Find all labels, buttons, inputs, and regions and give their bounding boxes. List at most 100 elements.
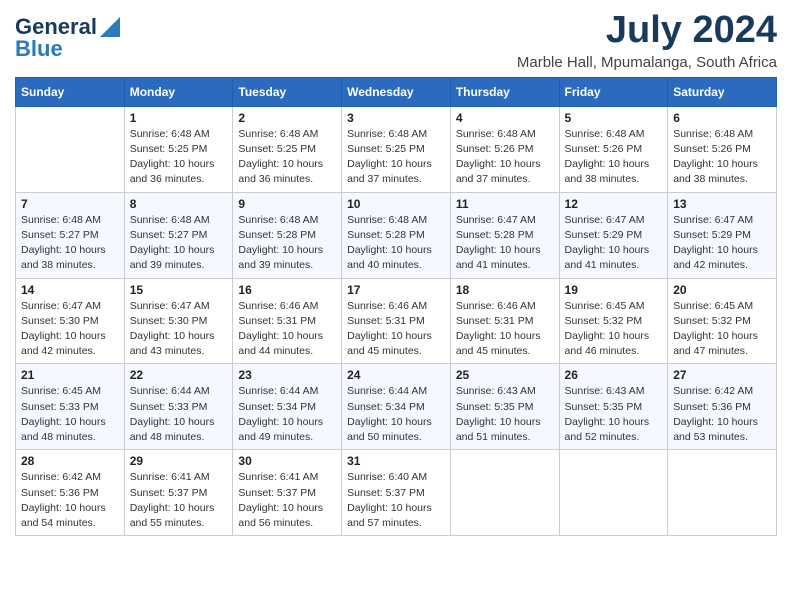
day-info: Sunrise: 6:46 AM Sunset: 5:31 PM Dayligh… bbox=[456, 299, 554, 360]
calendar-cell bbox=[668, 450, 777, 536]
day-number: 31 bbox=[347, 454, 445, 468]
day-info: Sunrise: 6:47 AM Sunset: 5:30 PM Dayligh… bbox=[130, 299, 228, 360]
day-number: 20 bbox=[673, 283, 771, 297]
day-number: 11 bbox=[456, 197, 554, 211]
day-info: Sunrise: 6:46 AM Sunset: 5:31 PM Dayligh… bbox=[347, 299, 445, 360]
calendar-cell: 30 Sunrise: 6:41 AM Sunset: 5:37 PM Dayli… bbox=[233, 450, 342, 536]
calendar-week-row: 1Sunrise: 6:48 AM Sunset: 5:25 PM Daylig… bbox=[16, 106, 777, 192]
day-number: 26 bbox=[565, 368, 663, 382]
logo-triangle-icon bbox=[100, 17, 120, 37]
day-info: Sunrise: 6:48 AM Sunset: 5:26 PM Dayligh… bbox=[673, 127, 771, 188]
day-info: Sunrise: 6:48 AM Sunset: 5:26 PM Dayligh… bbox=[565, 127, 663, 188]
column-header-friday: Friday bbox=[559, 77, 668, 106]
day-info: Sunrise: 6:40 AM Sunset: 5:37 PM Dayligh… bbox=[347, 470, 445, 531]
calendar-cell: 7Sunrise: 6:48 AM Sunset: 5:27 PM Daylig… bbox=[16, 192, 125, 278]
calendar-week-row: 28 Sunrise: 6:42 AM Sunset: 5:36 PM Dayli… bbox=[16, 450, 777, 536]
calendar-subtitle: Marble Hall, Mpumalanga, South Africa bbox=[517, 54, 777, 71]
day-info: Sunrise: 6:42 AM Sunset: 5:36 PM Dayligh… bbox=[673, 384, 771, 445]
day-info: Sunrise: 6:41 AM Sunset: 5:37 PM Dayligh… bbox=[238, 470, 336, 531]
day-number: 23 bbox=[238, 368, 336, 382]
title-area: July 2024 Marble Hall, Mpumalanga, South… bbox=[517, 10, 777, 71]
calendar-cell: 15 Sunrise: 6:47 AM Sunset: 5:30 PM Dayli… bbox=[124, 278, 233, 364]
day-info: Sunrise: 6:42 AM Sunset: 5:36 PM Dayligh… bbox=[21, 470, 119, 531]
day-number: 19 bbox=[565, 283, 663, 297]
logo-blue-text: Blue bbox=[15, 36, 63, 62]
day-number: 10 bbox=[347, 197, 445, 211]
day-number: 14 bbox=[21, 283, 119, 297]
day-info: Sunrise: 6:47 AM Sunset: 5:29 PM Dayligh… bbox=[565, 213, 663, 274]
day-info: Sunrise: 6:48 AM Sunset: 5:25 PM Dayligh… bbox=[130, 127, 228, 188]
day-number: 25 bbox=[456, 368, 554, 382]
day-number: 3 bbox=[347, 111, 445, 125]
day-info: Sunrise: 6:47 AM Sunset: 5:29 PM Dayligh… bbox=[673, 213, 771, 274]
calendar-cell: 9 Sunrise: 6:48 AM Sunset: 5:28 PM Daylig… bbox=[233, 192, 342, 278]
calendar-cell: 31 Sunrise: 6:40 AM Sunset: 5:37 PM Dayli… bbox=[342, 450, 451, 536]
day-number: 16 bbox=[238, 283, 336, 297]
calendar-table: SundayMondayTuesdayWednesdayThursdayFrid… bbox=[15, 77, 777, 536]
calendar-cell: 11Sunrise: 6:47 AM Sunset: 5:28 PM Dayli… bbox=[450, 192, 559, 278]
day-number: 13 bbox=[673, 197, 771, 211]
calendar-title: July 2024 bbox=[517, 10, 777, 52]
day-number: 6 bbox=[673, 111, 771, 125]
calendar-cell: 23 Sunrise: 6:44 AM Sunset: 5:34 PM Dayli… bbox=[233, 364, 342, 450]
day-info: Sunrise: 6:48 AM Sunset: 5:28 PM Dayligh… bbox=[238, 213, 336, 274]
calendar-cell: 10 Sunrise: 6:48 AM Sunset: 5:28 PM Dayli… bbox=[342, 192, 451, 278]
column-header-tuesday: Tuesday bbox=[233, 77, 342, 106]
day-info: Sunrise: 6:45 AM Sunset: 5:33 PM Dayligh… bbox=[21, 384, 119, 445]
day-info: Sunrise: 6:46 AM Sunset: 5:31 PM Dayligh… bbox=[238, 299, 336, 360]
calendar-cell: 17 Sunrise: 6:46 AM Sunset: 5:31 PM Dayli… bbox=[342, 278, 451, 364]
day-number: 18 bbox=[456, 283, 554, 297]
day-number: 27 bbox=[673, 368, 771, 382]
day-number: 28 bbox=[21, 454, 119, 468]
day-number: 12 bbox=[565, 197, 663, 211]
day-info: Sunrise: 6:47 AM Sunset: 5:30 PM Dayligh… bbox=[21, 299, 119, 360]
calendar-week-row: 21 Sunrise: 6:45 AM Sunset: 5:33 PM Dayli… bbox=[16, 364, 777, 450]
day-info: Sunrise: 6:48 AM Sunset: 5:28 PM Dayligh… bbox=[347, 213, 445, 274]
column-header-saturday: Saturday bbox=[668, 77, 777, 106]
column-header-monday: Monday bbox=[124, 77, 233, 106]
day-number: 9 bbox=[238, 197, 336, 211]
day-number: 24 bbox=[347, 368, 445, 382]
day-info: Sunrise: 6:45 AM Sunset: 5:32 PM Dayligh… bbox=[565, 299, 663, 360]
calendar-cell: 8Sunrise: 6:48 AM Sunset: 5:27 PM Daylig… bbox=[124, 192, 233, 278]
day-info: Sunrise: 6:44 AM Sunset: 5:34 PM Dayligh… bbox=[347, 384, 445, 445]
calendar-cell: 6 Sunrise: 6:48 AM Sunset: 5:26 PM Daylig… bbox=[668, 106, 777, 192]
day-info: Sunrise: 6:48 AM Sunset: 5:27 PM Dayligh… bbox=[21, 213, 119, 274]
day-number: 22 bbox=[130, 368, 228, 382]
calendar-cell: 27 Sunrise: 6:42 AM Sunset: 5:36 PM Dayli… bbox=[668, 364, 777, 450]
day-number: 29 bbox=[130, 454, 228, 468]
day-number: 21 bbox=[21, 368, 119, 382]
day-info: Sunrise: 6:44 AM Sunset: 5:34 PM Dayligh… bbox=[238, 384, 336, 445]
day-info: Sunrise: 6:48 AM Sunset: 5:25 PM Dayligh… bbox=[238, 127, 336, 188]
day-number: 15 bbox=[130, 283, 228, 297]
calendar-cell: 13 Sunrise: 6:47 AM Sunset: 5:29 PM Dayli… bbox=[668, 192, 777, 278]
calendar-cell bbox=[559, 450, 668, 536]
calendar-cell: 19 Sunrise: 6:45 AM Sunset: 5:32 PM Dayli… bbox=[559, 278, 668, 364]
calendar-cell: 3Sunrise: 6:48 AM Sunset: 5:25 PM Daylig… bbox=[342, 106, 451, 192]
day-number: 2 bbox=[238, 111, 336, 125]
column-header-thursday: Thursday bbox=[450, 77, 559, 106]
calendar-cell: 12 Sunrise: 6:47 AM Sunset: 5:29 PM Dayli… bbox=[559, 192, 668, 278]
day-number: 17 bbox=[347, 283, 445, 297]
day-info: Sunrise: 6:44 AM Sunset: 5:33 PM Dayligh… bbox=[130, 384, 228, 445]
calendar-cell: 26Sunrise: 6:43 AM Sunset: 5:35 PM Dayli… bbox=[559, 364, 668, 450]
calendar-cell: 14 Sunrise: 6:47 AM Sunset: 5:30 PM Dayli… bbox=[16, 278, 125, 364]
calendar-week-row: 14 Sunrise: 6:47 AM Sunset: 5:30 PM Dayli… bbox=[16, 278, 777, 364]
logo: General Blue bbox=[15, 14, 120, 62]
calendar-cell: 16 Sunrise: 6:46 AM Sunset: 5:31 PM Dayli… bbox=[233, 278, 342, 364]
calendar-cell bbox=[450, 450, 559, 536]
calendar-cell: 20 Sunrise: 6:45 AM Sunset: 5:32 PM Dayli… bbox=[668, 278, 777, 364]
day-info: Sunrise: 6:45 AM Sunset: 5:32 PM Dayligh… bbox=[673, 299, 771, 360]
calendar-cell: 2 Sunrise: 6:48 AM Sunset: 5:25 PM Daylig… bbox=[233, 106, 342, 192]
calendar-cell: 4 Sunrise: 6:48 AM Sunset: 5:26 PM Daylig… bbox=[450, 106, 559, 192]
day-info: Sunrise: 6:48 AM Sunset: 5:27 PM Dayligh… bbox=[130, 213, 228, 274]
day-number: 4 bbox=[456, 111, 554, 125]
day-info: Sunrise: 6:48 AM Sunset: 5:26 PM Dayligh… bbox=[456, 127, 554, 188]
day-number: 30 bbox=[238, 454, 336, 468]
calendar-cell: 28 Sunrise: 6:42 AM Sunset: 5:36 PM Dayli… bbox=[16, 450, 125, 536]
day-info: Sunrise: 6:41 AM Sunset: 5:37 PM Dayligh… bbox=[130, 470, 228, 531]
calendar-cell: 22 Sunrise: 6:44 AM Sunset: 5:33 PM Dayli… bbox=[124, 364, 233, 450]
calendar-cell bbox=[16, 106, 125, 192]
day-info: Sunrise: 6:43 AM Sunset: 5:35 PM Dayligh… bbox=[456, 384, 554, 445]
day-number: 5 bbox=[565, 111, 663, 125]
